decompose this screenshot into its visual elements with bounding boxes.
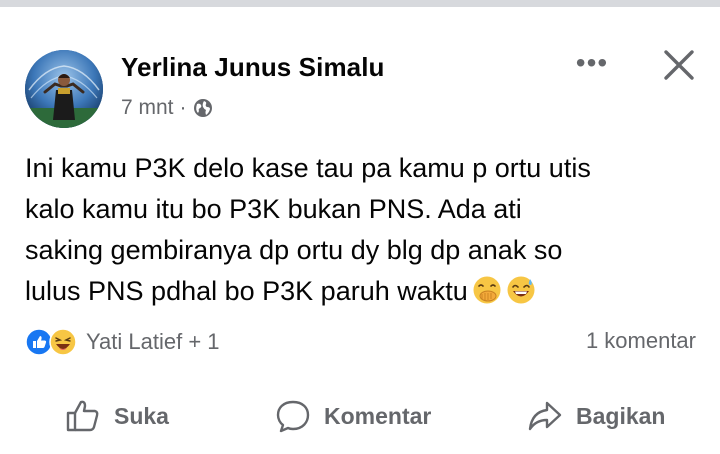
post-time[interactable]: 7 mnt	[121, 96, 174, 120]
comment-label: Komentar	[324, 402, 432, 429]
top-divider	[0, 0, 720, 24]
reactors-names[interactable]: Yati Latief + 1	[86, 329, 220, 355]
more-options-button[interactable]: •••	[572, 47, 612, 78]
reactions-summary[interactable]: Yati Latief + 1	[25, 326, 220, 358]
meta-separator: ·	[179, 96, 187, 119]
thumbs-up-icon	[66, 400, 99, 432]
share-button[interactable]: Bagikan	[526, 396, 665, 436]
haha-reaction-icon	[49, 328, 77, 356]
like-label: Suka	[114, 402, 169, 429]
post-card: Yerlina Junus Simalu 7 mnt · ••• Ini kam…	[0, 24, 720, 454]
avatar[interactable]	[25, 50, 103, 128]
share-arrow-icon	[528, 401, 562, 431]
comment-count[interactable]: 1 komentar	[586, 328, 696, 354]
face-with-hand-over-mouth-icon	[473, 276, 501, 304]
post-meta: 7 mnt ·	[121, 96, 213, 120]
grinning-sweat-icon	[507, 276, 535, 304]
author-name[interactable]: Yerlina Junus Simalu	[121, 52, 385, 83]
more-dots-icon: •••	[575, 47, 609, 78]
comment-button[interactable]: Komentar	[274, 396, 431, 436]
share-label: Bagikan	[576, 402, 666, 429]
avatar-photo	[25, 50, 103, 128]
globe-icon[interactable]	[193, 98, 213, 118]
close-post-button[interactable]	[658, 44, 700, 86]
like-button[interactable]: Suka	[64, 396, 169, 436]
post-text: Ini kamu P3K delo kase tau pa kamu p ort…	[25, 148, 705, 312]
comment-bubble-icon	[276, 400, 310, 433]
close-icon	[664, 50, 694, 80]
